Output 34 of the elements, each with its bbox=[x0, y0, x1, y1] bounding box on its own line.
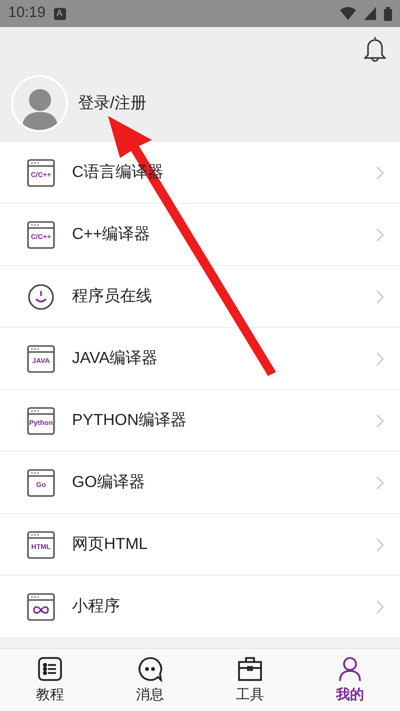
status-time: 10:19 bbox=[8, 3, 46, 24]
toolbox-icon bbox=[237, 656, 263, 682]
menu-item-label: 网页HTML bbox=[72, 534, 149, 554]
chevron-right-icon bbox=[376, 414, 384, 428]
nav-tab[interactable]: 工具 bbox=[200, 649, 300, 711]
wifi-icon bbox=[340, 7, 356, 20]
signal-icon bbox=[364, 7, 376, 20]
chevron-right-icon bbox=[376, 290, 384, 304]
menu-item[interactable]: 小程序 bbox=[0, 576, 400, 638]
menu-item-label: JAVA编译器 bbox=[72, 348, 159, 368]
smile-icon bbox=[27, 282, 55, 310]
chevron-right-icon bbox=[376, 352, 384, 366]
menu-item-label: 程序员在线 bbox=[72, 286, 153, 306]
chevron-right-icon bbox=[376, 600, 384, 614]
nav-tab[interactable]: 教程 bbox=[0, 649, 100, 711]
battery-icon bbox=[384, 6, 392, 20]
person-icon bbox=[337, 656, 363, 682]
list-icon bbox=[37, 656, 63, 682]
chevron-right-icon bbox=[376, 476, 384, 490]
chevron-right-icon bbox=[376, 538, 384, 552]
nav-tab[interactable]: 我的 bbox=[300, 649, 400, 711]
login-register-link[interactable]: 登录/注册 bbox=[78, 92, 146, 116]
chevron-right-icon bbox=[376, 166, 384, 180]
loop-window-icon bbox=[27, 592, 55, 620]
nav-tab[interactable]: 消息 bbox=[100, 649, 200, 711]
menu-item-label: PYTHON编译器 bbox=[72, 410, 188, 430]
menu-item-label: C++编译器 bbox=[72, 224, 152, 244]
bell-icon[interactable] bbox=[364, 36, 386, 62]
menu-item-label: 小程序 bbox=[72, 596, 121, 616]
keyboard-indicator: A bbox=[54, 8, 66, 20]
chevron-right-icon bbox=[376, 228, 384, 242]
menu-item-label: GO编译器 bbox=[72, 472, 146, 492]
avatar[interactable] bbox=[11, 75, 68, 132]
chat-icon bbox=[137, 656, 163, 682]
